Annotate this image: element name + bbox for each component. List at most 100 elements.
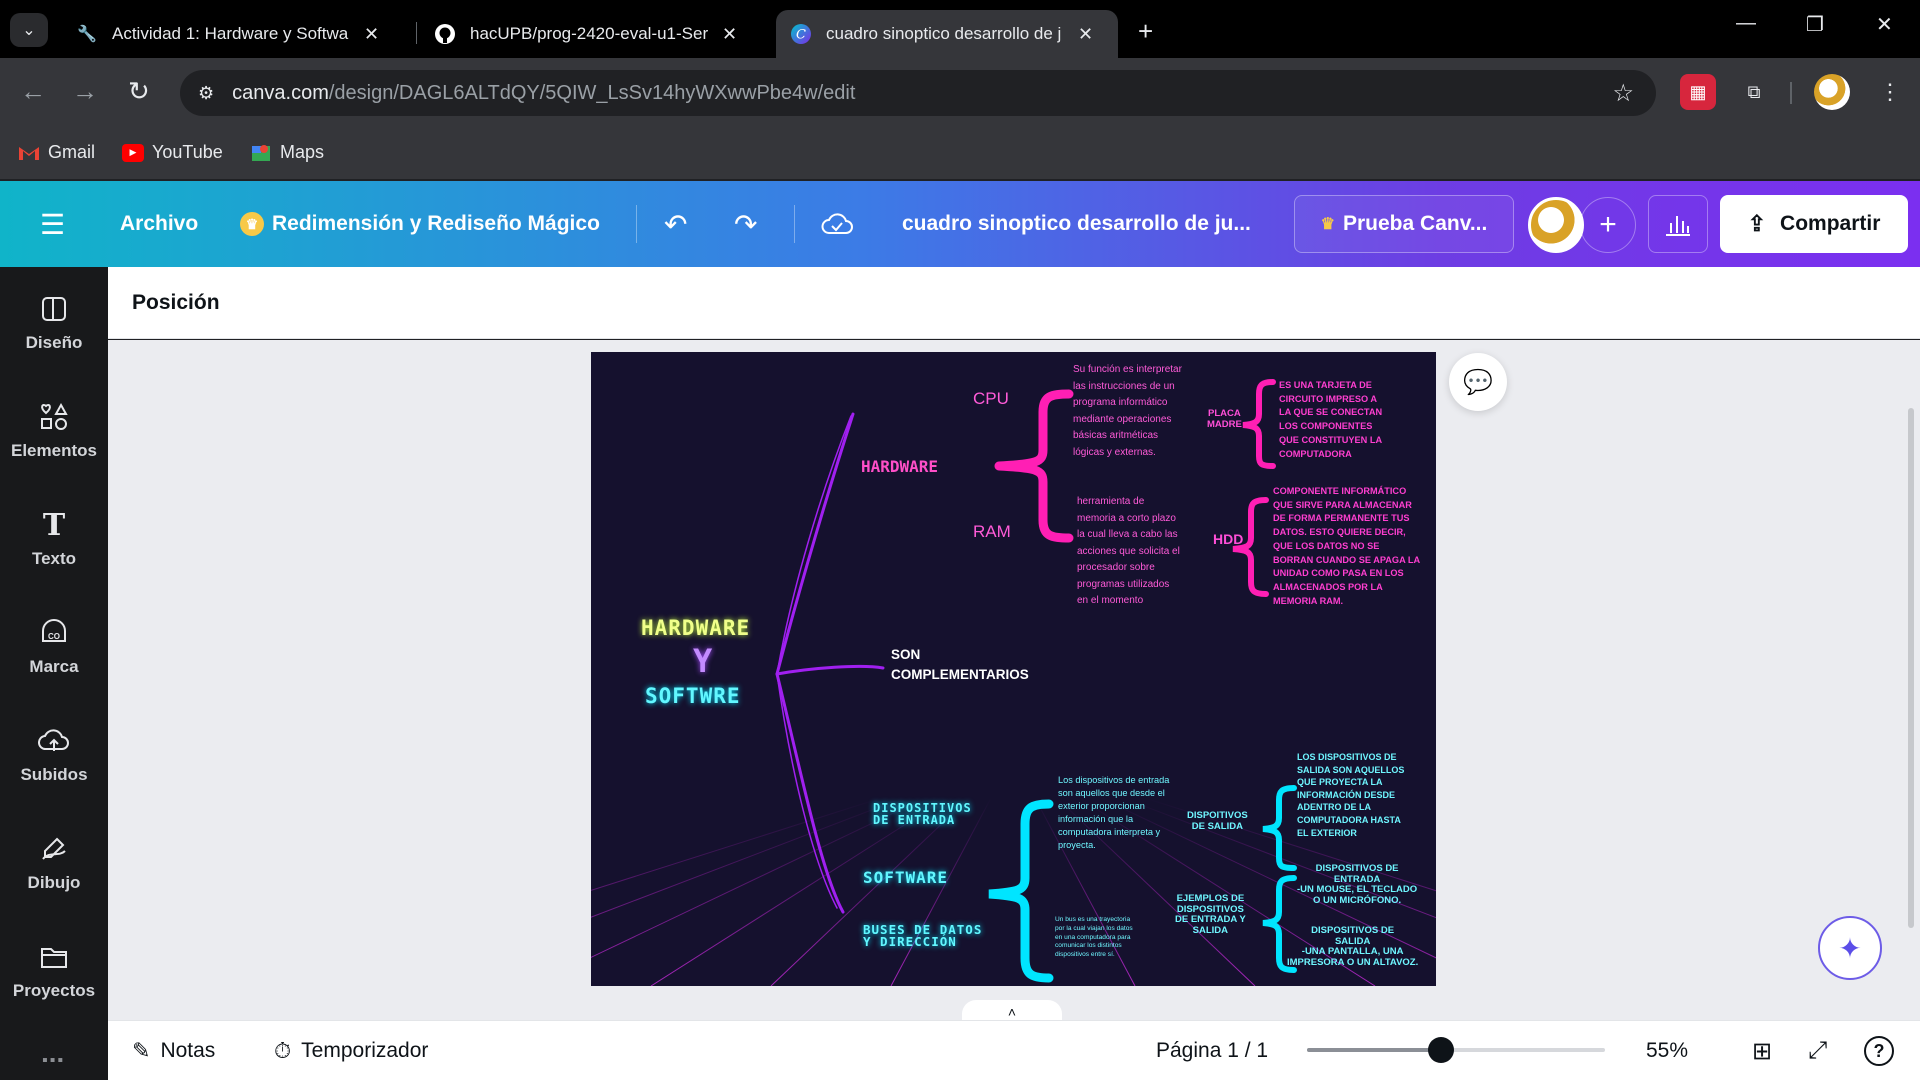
minimize-button[interactable]: — xyxy=(1736,12,1756,35)
kebab-menu-icon[interactable]: ⋮ xyxy=(1872,74,1908,110)
bookmark-gmail[interactable]: Gmail xyxy=(18,142,95,163)
timer-label: Temporizador xyxy=(301,1039,429,1062)
restore-button[interactable]: ❐ xyxy=(1806,12,1824,37)
dispositivos-salida-label[interactable]: DISPOITIVOS DE SALIDA xyxy=(1187,810,1248,832)
brand-icon: CO xyxy=(39,615,69,651)
vertical-scrollbar[interactable] xyxy=(1908,408,1914,928)
hardware-label[interactable]: HARDWARE xyxy=(861,457,938,476)
tab-actividad[interactable]: 🔧 Actividad 1: Hardware y Softwa ✕ xyxy=(62,10,393,58)
software-label[interactable]: SOFTWARE xyxy=(863,868,948,887)
design-page[interactable]: HARDWARE Y SOFTWRE HARDWARE CPU RAM Su f… xyxy=(591,352,1436,986)
sidebar-item-subidos[interactable]: Subidos xyxy=(0,723,108,813)
bookmark-label: YouTube xyxy=(152,142,223,162)
canva-header: ☰ Archivo ♛ Redimensión y Rediseño Mágic… xyxy=(0,181,1920,267)
salida-description[interactable]: LOS DISPOSITIVOS DE SALIDA SON AQUELLOS … xyxy=(1297,751,1404,839)
sidebar-item-marca[interactable]: CO Marca xyxy=(0,615,108,705)
help-button[interactable]: ? xyxy=(1864,1021,1894,1080)
close-icon[interactable]: ✕ xyxy=(1078,24,1093,45)
ejemplos-label[interactable]: EJEMPLOS DE DISPOSITIVOS DE ENTRADA Y SA… xyxy=(1175,893,1246,936)
bus-description[interactable]: Un bus es una trayectoria por la cual vi… xyxy=(1055,916,1133,960)
zoom-level[interactable]: 55% xyxy=(1646,1021,1688,1080)
zoom-slider[interactable] xyxy=(1307,1037,1605,1063)
bookmark-youtube[interactable]: ▶ YouTube xyxy=(122,142,223,163)
tab-title: Actividad 1: Hardware y Softwa xyxy=(112,24,349,43)
share-button[interactable]: ⇪ Compartir xyxy=(1720,195,1908,253)
gmail-icon xyxy=(18,144,40,162)
bar-chart-icon xyxy=(1666,216,1690,236)
sidebar-label: Marca xyxy=(29,657,79,676)
buses-label[interactable]: BUSES DE DATOS Y DIRECCIÓN xyxy=(863,923,982,948)
hdd-description[interactable]: COMPONENTE INFORMÁTICO QUE SIRVE PARA AL… xyxy=(1273,485,1420,608)
bookmark-label: Maps xyxy=(280,142,325,162)
trial-label: Prueba Canv... xyxy=(1343,212,1488,235)
position-button[interactable]: Posición xyxy=(132,291,220,315)
add-comment-button[interactable]: 💬 xyxy=(1449,353,1507,411)
tab-search-button[interactable]: ⌄ xyxy=(10,13,48,47)
user-avatar[interactable] xyxy=(1528,197,1584,253)
toolbar-divider xyxy=(1790,82,1792,104)
invite-button[interactable]: + xyxy=(1580,197,1636,253)
grid-view-icon[interactable]: ⊞ xyxy=(1752,1021,1772,1080)
title-hardware[interactable]: HARDWARE xyxy=(641,616,750,640)
sidebar-item-texto[interactable]: T Texto xyxy=(0,507,108,597)
puzzle-icon[interactable]: ⧉ xyxy=(1736,74,1772,110)
close-window-button[interactable]: ✕ xyxy=(1876,12,1893,37)
ejemplo-salida[interactable]: DISPOSITIVOS DE SALIDA -UNA PANTALLA, UN… xyxy=(1287,925,1418,968)
ejemplo-entrada[interactable]: DISPOSITIVOS DE ENTRADA -UN MOUSE, EL TE… xyxy=(1297,863,1417,906)
placa-madre-description[interactable]: ES UNA TARJETA DE CIRCUITO IMPRESO A LA … xyxy=(1279,379,1382,461)
url-text[interactable]: canva.com/design/DAGL6ALTdQY/5QIW_LsSv14… xyxy=(232,82,855,105)
insights-button[interactable] xyxy=(1648,195,1708,253)
header-divider xyxy=(636,205,637,243)
bookmark-star-icon[interactable]: ☆ xyxy=(1612,79,1634,108)
cpu-description[interactable]: Su función es interpretar las instruccio… xyxy=(1073,362,1182,461)
undo-button[interactable]: ↶ xyxy=(664,181,687,267)
zoom-slider-handle[interactable] xyxy=(1427,1037,1454,1063)
new-tab-button[interactable]: + xyxy=(1138,16,1153,47)
back-button[interactable]: ← xyxy=(20,76,46,107)
hdd-label[interactable]: HDD xyxy=(1213,531,1243,547)
address-bar[interactable]: ⚙ canva.com/design/DAGL6ALTdQY/5QIW_LsSv… xyxy=(180,70,1656,116)
notes-button[interactable]: ✎ Notas xyxy=(132,1021,215,1080)
sidebar-item-diseno[interactable]: Diseño xyxy=(0,291,108,381)
profile-avatar[interactable] xyxy=(1814,74,1850,110)
reload-button[interactable]: ↻ xyxy=(128,76,150,107)
redo-button[interactable]: ↷ xyxy=(734,181,757,267)
title-software[interactable]: SOFTWRE xyxy=(645,684,741,708)
site-settings-icon[interactable]: ⚙ xyxy=(198,83,214,104)
sidebar-item-dibujo[interactable]: Dibujo xyxy=(0,831,108,921)
forward-button[interactable]: → xyxy=(72,76,98,107)
magic-resize-button[interactable]: ♛ Redimensión y Rediseño Mágico xyxy=(240,181,600,267)
sidebar-item-elementos[interactable]: Elementos xyxy=(0,399,108,489)
cloud-saved-icon[interactable] xyxy=(820,181,854,267)
title-y[interactable]: Y xyxy=(693,642,712,680)
placa-madre-label[interactable]: PLACA MADRE xyxy=(1207,408,1242,430)
tab-canva[interactable]: C cuadro sinoptico desarrollo de j ✕ xyxy=(776,10,1118,58)
timer-button[interactable]: ⏱ Temporizador xyxy=(274,1021,428,1080)
magic-assistant-button[interactable]: ✦ xyxy=(1818,916,1882,980)
close-icon[interactable]: ✕ xyxy=(364,24,379,45)
entrada-description[interactable]: Los dispositivos de entrada son aquellos… xyxy=(1058,774,1169,852)
dispositivos-entrada-label[interactable]: DISPOSITIVOS DE ENTRADA xyxy=(873,802,972,826)
document-title[interactable]: cuadro sinoptico desarrollo de ju... xyxy=(902,181,1251,267)
canva-icon: C xyxy=(790,23,812,45)
pages-toggle-button[interactable]: ˄ xyxy=(962,1000,1062,1022)
sidebar-label: Subidos xyxy=(20,765,88,784)
fullscreen-icon[interactable]: ⤢ xyxy=(1808,1021,1827,1080)
tab-github[interactable]: hacUPB/prog-2420-eval-u1-Ser ✕ xyxy=(420,10,751,58)
hamburger-menu-icon[interactable]: ☰ xyxy=(40,181,65,267)
close-icon[interactable]: ✕ xyxy=(722,24,737,45)
sidebar-item-proyectos[interactable]: Proyectos xyxy=(0,939,108,1029)
bookmark-maps[interactable]: Maps xyxy=(250,142,324,163)
browser-tab-strip: ⌄ 🔧 Actividad 1: Hardware y Softwa ✕ hac… xyxy=(0,0,1920,58)
chevron-up-icon: ˄ xyxy=(1007,1004,1017,1020)
canva-pro-trial-button[interactable]: ♛ Prueba Canv... xyxy=(1294,195,1514,253)
github-icon xyxy=(434,23,456,45)
page-indicator[interactable]: Página 1 / 1 xyxy=(1156,1021,1268,1080)
ram-description[interactable]: herramienta de memoria a corto plazo la … xyxy=(1077,494,1180,610)
extension-icon[interactable]: ▦ xyxy=(1680,74,1716,110)
ram-label[interactable]: RAM xyxy=(973,522,1011,542)
cpu-label[interactable]: CPU xyxy=(973,389,1009,409)
archivo-menu[interactable]: Archivo xyxy=(120,181,198,267)
son-complementarios-label[interactable]: SON COMPLEMENTARIOS xyxy=(891,645,1029,685)
more-apps-icon[interactable]: ▪▪▪ xyxy=(42,1052,65,1070)
